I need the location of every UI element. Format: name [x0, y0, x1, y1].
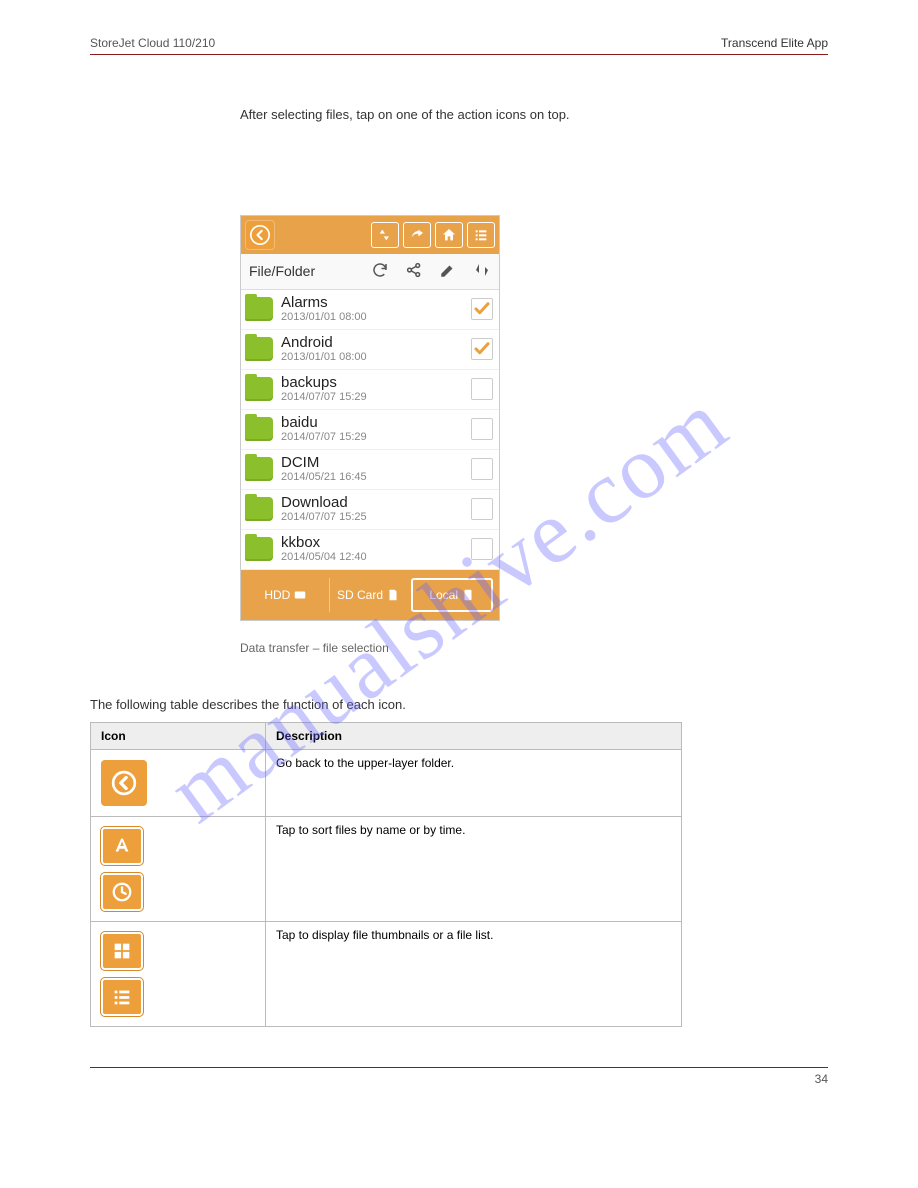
back-circle-icon: [101, 760, 147, 806]
file-name: Alarms: [281, 295, 471, 312]
checkbox[interactable]: [471, 458, 493, 480]
list-view-table-icon: [101, 978, 143, 1016]
tab-local-label: Local: [429, 588, 458, 602]
checkbox[interactable]: [471, 298, 493, 320]
folder-icon: [245, 337, 273, 361]
file-row[interactable]: Android2013/01/01 08:00: [241, 330, 499, 370]
share-arrow-icon[interactable]: [403, 222, 431, 248]
transfer-icon[interactable]: [465, 261, 499, 282]
file-name: backups: [281, 375, 471, 392]
folder-icon: [245, 497, 273, 521]
section-name: Transcend Elite App: [721, 36, 828, 50]
file-row[interactable]: Alarms2013/01/01 08:00: [241, 290, 499, 330]
icon-table: Icon Description Go back to the upper-la…: [90, 722, 682, 1027]
th-desc: Description: [266, 723, 682, 750]
tab-sd-label: SD Card: [337, 588, 383, 602]
file-row[interactable]: Download2014/07/07 15:25: [241, 490, 499, 530]
file-row[interactable]: backups2014/07/07 15:29: [241, 370, 499, 410]
file-date: 2014/07/07 15:29: [281, 431, 471, 443]
file-row[interactable]: DCIM2014/05/21 16:45: [241, 450, 499, 490]
tab-hdd[interactable]: HDD: [247, 578, 325, 612]
refresh-icon[interactable]: [363, 261, 397, 282]
folder-icon: [245, 457, 273, 481]
checkbox[interactable]: [471, 338, 493, 360]
home-icon[interactable]: [435, 222, 463, 248]
file-name: Android: [281, 335, 471, 352]
list-view-icon[interactable]: [467, 222, 495, 248]
folder-icon: [245, 297, 273, 321]
phone-bottom-tabs: HDD SD Card Local: [241, 570, 499, 620]
sort-icon[interactable]: [371, 222, 399, 248]
sort-alpha-icon: [101, 827, 143, 865]
screenshot-caption: Data transfer – file selection: [240, 641, 828, 655]
file-name: baidu: [281, 415, 471, 432]
file-date: 2014/07/07 15:25: [281, 511, 471, 523]
checkbox[interactable]: [471, 378, 493, 400]
th-icon: Icon: [91, 723, 266, 750]
file-date: 2013/01/01 08:00: [281, 351, 471, 363]
file-name: DCIM: [281, 455, 471, 472]
edit-icon[interactable]: [431, 261, 465, 282]
sort-time-icon: [101, 873, 143, 911]
row2-desc: Tap to sort files by name or by time.: [266, 817, 682, 922]
file-name: kkbox: [281, 535, 471, 552]
folder-icon: [245, 377, 273, 401]
doc-title: StoreJet Cloud 110/210: [90, 36, 215, 50]
file-date: 2014/07/07 15:29: [281, 391, 471, 403]
header-rule: [90, 54, 828, 55]
checkbox[interactable]: [471, 498, 493, 520]
phone-topbar: [241, 216, 499, 254]
row3-desc: Tap to display file thumbnails or a file…: [266, 922, 682, 1027]
folder-icon: [245, 537, 273, 561]
phone-subbar: File/Folder: [241, 254, 499, 290]
subbar-label: File/Folder: [241, 263, 363, 279]
file-date: 2014/05/21 16:45: [281, 471, 471, 483]
table-intro: The following table describes the functi…: [90, 695, 828, 715]
file-name: Download: [281, 495, 471, 512]
row1-desc: Go back to the upper-layer folder.: [266, 750, 682, 817]
tab-local[interactable]: Local: [411, 578, 493, 612]
tab-hdd-label: HDD: [264, 588, 290, 602]
file-date: 2014/05/04 12:40: [281, 551, 471, 563]
share-icon[interactable]: [397, 261, 431, 282]
checkbox[interactable]: [471, 538, 493, 560]
checkbox[interactable]: [471, 418, 493, 440]
grid-view-icon: [101, 932, 143, 970]
folder-icon: [245, 417, 273, 441]
file-date: 2013/01/01 08:00: [281, 311, 471, 323]
file-row[interactable]: baidu2014/07/07 15:29: [241, 410, 499, 450]
page-number: 34: [815, 1072, 828, 1086]
phone-screenshot: File/Folder Alarms2013/01/01 08:00Androi…: [240, 215, 500, 621]
intro-text: After selecting files, tap on one of the…: [240, 105, 828, 125]
tab-sdcard[interactable]: SD Card: [329, 578, 408, 612]
file-row[interactable]: kkbox2014/05/04 12:40: [241, 530, 499, 570]
back-icon[interactable]: [245, 220, 275, 250]
